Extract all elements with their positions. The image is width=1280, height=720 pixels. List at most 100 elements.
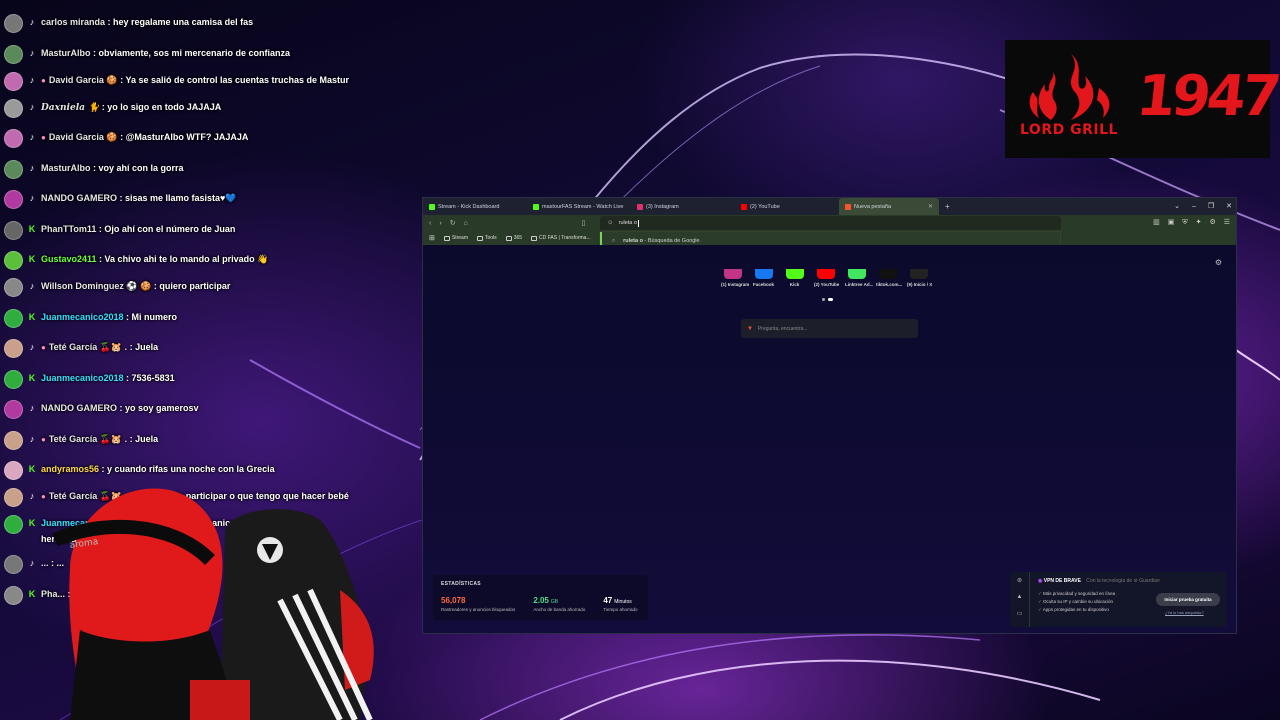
maximize-button[interactable]: ❐: [1208, 198, 1214, 215]
browser-tab[interactable]: Nueva pestaña ✕: [839, 198, 939, 215]
leo-placeholder: Pregunta, encuentra...: [757, 325, 808, 332]
tile-label: (1) Instagram: [721, 282, 750, 287]
address-bar[interactable]: ⊙ ruleta o: [600, 216, 1061, 230]
tab-label: Nueva pestaña: [854, 203, 891, 210]
chat-username: MasturAlbo: [41, 162, 91, 173]
browser-tab[interactable]: Stream - Kick Dashboard: [423, 198, 527, 215]
chat-text: yo soy gamerosv: [125, 403, 199, 413]
bookmark-item[interactable]: Tools: [477, 235, 497, 241]
avatar: [4, 129, 23, 148]
vpn-trial-button[interactable]: Iniciar prueba gratuita: [1156, 593, 1220, 606]
avatar: [4, 14, 23, 33]
tab-search-icon[interactable]: ⌄: [1174, 198, 1180, 215]
tiktok-icon: ♪: [29, 342, 35, 352]
kick-icon: K: [28, 464, 36, 474]
top-site-tile[interactable]: Facebook: [752, 269, 775, 287]
chat-message: ♪ carlos miranda : hey regalame una camis…: [0, 14, 360, 33]
vpn-already-purchased-link[interactable]: ¿Ya lo has adquirido?: [1165, 610, 1204, 615]
chat-username: NANDO GAMERO: [41, 403, 117, 413]
home-icon[interactable]: ⌂: [464, 220, 468, 227]
minimize-button[interactable]: –: [1192, 198, 1196, 215]
vpn-tab-icon[interactable]: ⊚: [1017, 577, 1022, 584]
site-favicon-icon: [878, 269, 897, 279]
vpn-logo-icon: ◉: [1038, 578, 1043, 584]
cards-tab-icon[interactable]: ▭: [1017, 610, 1023, 617]
bookmark-item[interactable]: 365: [505, 235, 522, 241]
leo-icon[interactable]: ✦: [1196, 215, 1202, 231]
browser-window: Stream - Kick Dashboard mastourFAS Stream…: [422, 197, 1237, 634]
close-tab-icon[interactable]: ✕: [928, 203, 933, 210]
gift-badge-icon: ●: [41, 434, 46, 444]
toolbar: ‹ › ↻ ⌂ ▯ ⊙ ruleta o ▥ ▣ ⛨ ✦ ⚙ ☰: [423, 215, 1236, 231]
suggestion-query: ruleta o: [623, 238, 643, 244]
avatar: [4, 461, 23, 480]
avatar: [4, 278, 23, 297]
chat-text: @MasturAlbo WTF? JAJAJA: [125, 132, 249, 142]
menu-icon[interactable]: ☰: [1224, 215, 1230, 231]
vpn-feature: ✓ Más privacidad y seguridad en línea: [1038, 591, 1116, 596]
browser-tab[interactable]: mastourFAS Stream - Watch Live: [527, 198, 631, 215]
chat-message: ♪ ● Teté García 🍒🐹 . : Juela: [0, 339, 360, 358]
reload-icon[interactable]: ↻: [450, 219, 456, 227]
brave-lion-icon: ▼: [747, 325, 753, 332]
browser-tab[interactable]: (2) YouTube: [735, 198, 839, 215]
back-icon[interactable]: ‹: [429, 220, 431, 227]
page-dot[interactable]: [822, 298, 825, 301]
search-icon: ⌕: [612, 237, 616, 244]
chat-message: ♪ ● David Garcia 🍪 : @MasturAlbo WTF? JAJA…: [0, 129, 360, 148]
forward-icon[interactable]: ›: [439, 220, 441, 227]
site-info-icon[interactable]: ⊙: [608, 220, 613, 226]
top-site-tile[interactable]: (1) Instagram: [721, 269, 750, 287]
customize-gear-icon[interactable]: ⚙: [1215, 258, 1222, 267]
avatar: [4, 369, 23, 389]
wallet-icon[interactable]: ▣: [1168, 215, 1175, 231]
tiktok-icon: ♪: [29, 558, 35, 568]
sidebar-icon[interactable]: ▥: [1153, 215, 1160, 231]
bookmark-icon[interactable]: ▯: [582, 219, 586, 227]
tiktok-icon: ♪: [29, 281, 35, 291]
page-dot-active[interactable]: [828, 298, 833, 301]
kick-icon: K: [28, 518, 36, 528]
avatar: [4, 71, 23, 91]
bookmark-item[interactable]: Stream: [443, 235, 468, 241]
tab-label: Stream - Kick Dashboard: [438, 203, 500, 210]
tab-label: (3) Instagram: [646, 203, 679, 210]
kick-icon: [429, 203, 435, 210]
close-window-button[interactable]: ✕: [1226, 198, 1232, 215]
kick-icon: K: [28, 254, 36, 264]
news-tab-icon[interactable]: ▲: [1017, 594, 1023, 600]
folder-icon: [505, 235, 512, 241]
bookmark-item[interactable]: CD FAS | Transforma...: [531, 235, 591, 241]
top-site-tile[interactable]: tiktok.com...: [876, 269, 902, 287]
chat-message: ♪ ● David Garcia 🍪 : Ya se salió de contro…: [0, 71, 360, 91]
lord-grill-logo: LORD GRILL 1947: [1005, 40, 1280, 158]
top-site-tile[interactable]: (2) YouTube: [814, 269, 840, 287]
top-site-tile[interactable]: (9) Inicio / X: [907, 269, 932, 287]
apps-icon[interactable]: ⊞: [429, 234, 435, 242]
chat-message: ♪ Willson Dominguez ⚽ 🍪 : quiero particip…: [0, 278, 360, 297]
chat-message: ♪ NANDO GAMERO : yo soy gamerosv: [0, 400, 360, 419]
site-favicon-icon: [754, 269, 773, 279]
avatar: [4, 339, 23, 358]
avatar: [4, 308, 23, 328]
shields-icon[interactable]: ⛨: [1182, 215, 1187, 231]
logo-brand: LORD GRILL: [1020, 122, 1118, 138]
browser-tab[interactable]: (3) Instagram: [631, 198, 735, 215]
vpn-widget: ⊚ ▲ ▭ ◉ VPN DE BRAVE Con la tecnología d…: [1010, 572, 1227, 627]
chat-message: ♪ MasturAlbo : voy ahí con la gorra: [0, 159, 360, 179]
chat-message: K Gustavo2411 : Va chivo ahi te lo mando …: [0, 251, 360, 270]
extensions-icon[interactable]: ⚙: [1209, 215, 1215, 231]
kick-icon: K: [28, 311, 36, 322]
gift-badge-icon: ●: [41, 75, 46, 85]
address-input[interactable]: ruleta o: [619, 220, 637, 226]
leo-search-box[interactable]: ▼ Pregunta, encuentra...: [741, 319, 918, 338]
top-site-tile[interactable]: Linktree Ad...: [845, 269, 873, 287]
chair-red-panel: [340, 590, 374, 690]
top-site-tile[interactable]: Kick: [783, 269, 806, 287]
kick-icon: K: [28, 223, 36, 234]
new-tab-button[interactable]: +: [939, 202, 956, 211]
instagram-icon: [637, 203, 643, 210]
brave-icon: [845, 203, 851, 210]
site-favicon-icon: [909, 269, 928, 279]
tile-label: (2) YouTube: [814, 282, 840, 287]
